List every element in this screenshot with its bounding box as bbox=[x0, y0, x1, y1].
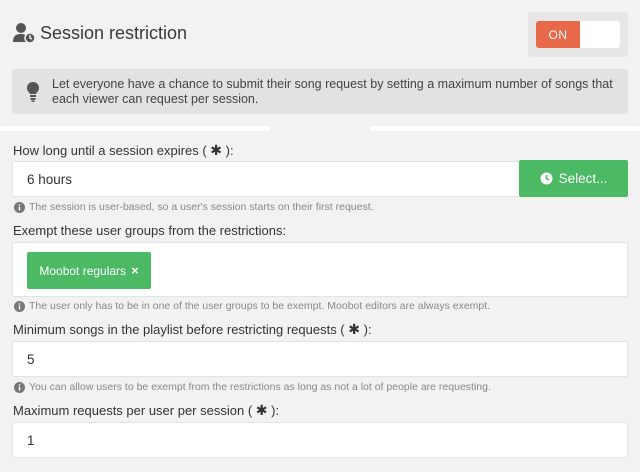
section-title-row: Session restriction bbox=[12, 22, 187, 44]
exempt-groups-label: Exempt these user groups from the restri… bbox=[13, 223, 287, 238]
min-songs-label: Minimum songs in the playlist before res… bbox=[13, 322, 372, 338]
section-divider-left bbox=[0, 126, 270, 131]
info-text: Let everyone have a chance to submit the… bbox=[52, 77, 613, 106]
required-asterisk-icon: ✱ bbox=[255, 403, 268, 419]
session-expiry-value: 6 hours bbox=[27, 172, 73, 187]
min-songs-field[interactable]: 5 bbox=[12, 341, 628, 377]
max-requests-field[interactable]: 1 bbox=[12, 422, 628, 458]
max-requests-value: 1 bbox=[27, 433, 35, 448]
section-title: Session restriction bbox=[40, 22, 188, 43]
select-button-label: Select... bbox=[558, 171, 608, 186]
min-songs-help: You can allow users to be exempt from th… bbox=[14, 381, 491, 393]
toggle-on-label: ON bbox=[536, 21, 580, 48]
remove-tag-icon[interactable]: × bbox=[131, 263, 139, 278]
required-asterisk-icon: ✱ bbox=[348, 322, 360, 338]
section-header: Session restriction ON Let everyone have… bbox=[0, 0, 640, 128]
user-clock-icon bbox=[13, 23, 36, 44]
required-asterisk-icon: ✱ bbox=[210, 143, 223, 159]
session-expiry-help: The session is user-based, so a user's s… bbox=[14, 201, 374, 213]
info-circle-icon bbox=[14, 201, 25, 213]
tag-label: Moobot regulars bbox=[39, 263, 127, 278]
toggle-container: ON bbox=[528, 12, 628, 57]
user-group-tag: Moobot regulars × bbox=[27, 252, 151, 289]
session-restriction-toggle[interactable]: ON bbox=[536, 21, 620, 48]
clock-icon bbox=[540, 172, 553, 185]
info-circle-icon bbox=[14, 381, 25, 393]
session-expiry-label: How long until a session expires ( ✱ ): bbox=[13, 143, 234, 159]
max-requests-label: Maximum requests per user per session ( … bbox=[13, 403, 280, 419]
session-expiry-field[interactable]: 6 hours bbox=[12, 161, 520, 197]
exempt-groups-field[interactable]: Moobot regulars × bbox=[12, 242, 628, 297]
info-box: Let everyone have a chance to submit the… bbox=[12, 69, 628, 114]
lightbulb-icon bbox=[27, 82, 39, 102]
min-songs-value: 5 bbox=[27, 352, 35, 367]
section-divider-right bbox=[370, 126, 640, 131]
select-duration-button[interactable]: Select... bbox=[519, 160, 628, 197]
exempt-groups-help: The user only has to be in one of the us… bbox=[14, 300, 490, 312]
info-circle-icon bbox=[14, 300, 25, 312]
